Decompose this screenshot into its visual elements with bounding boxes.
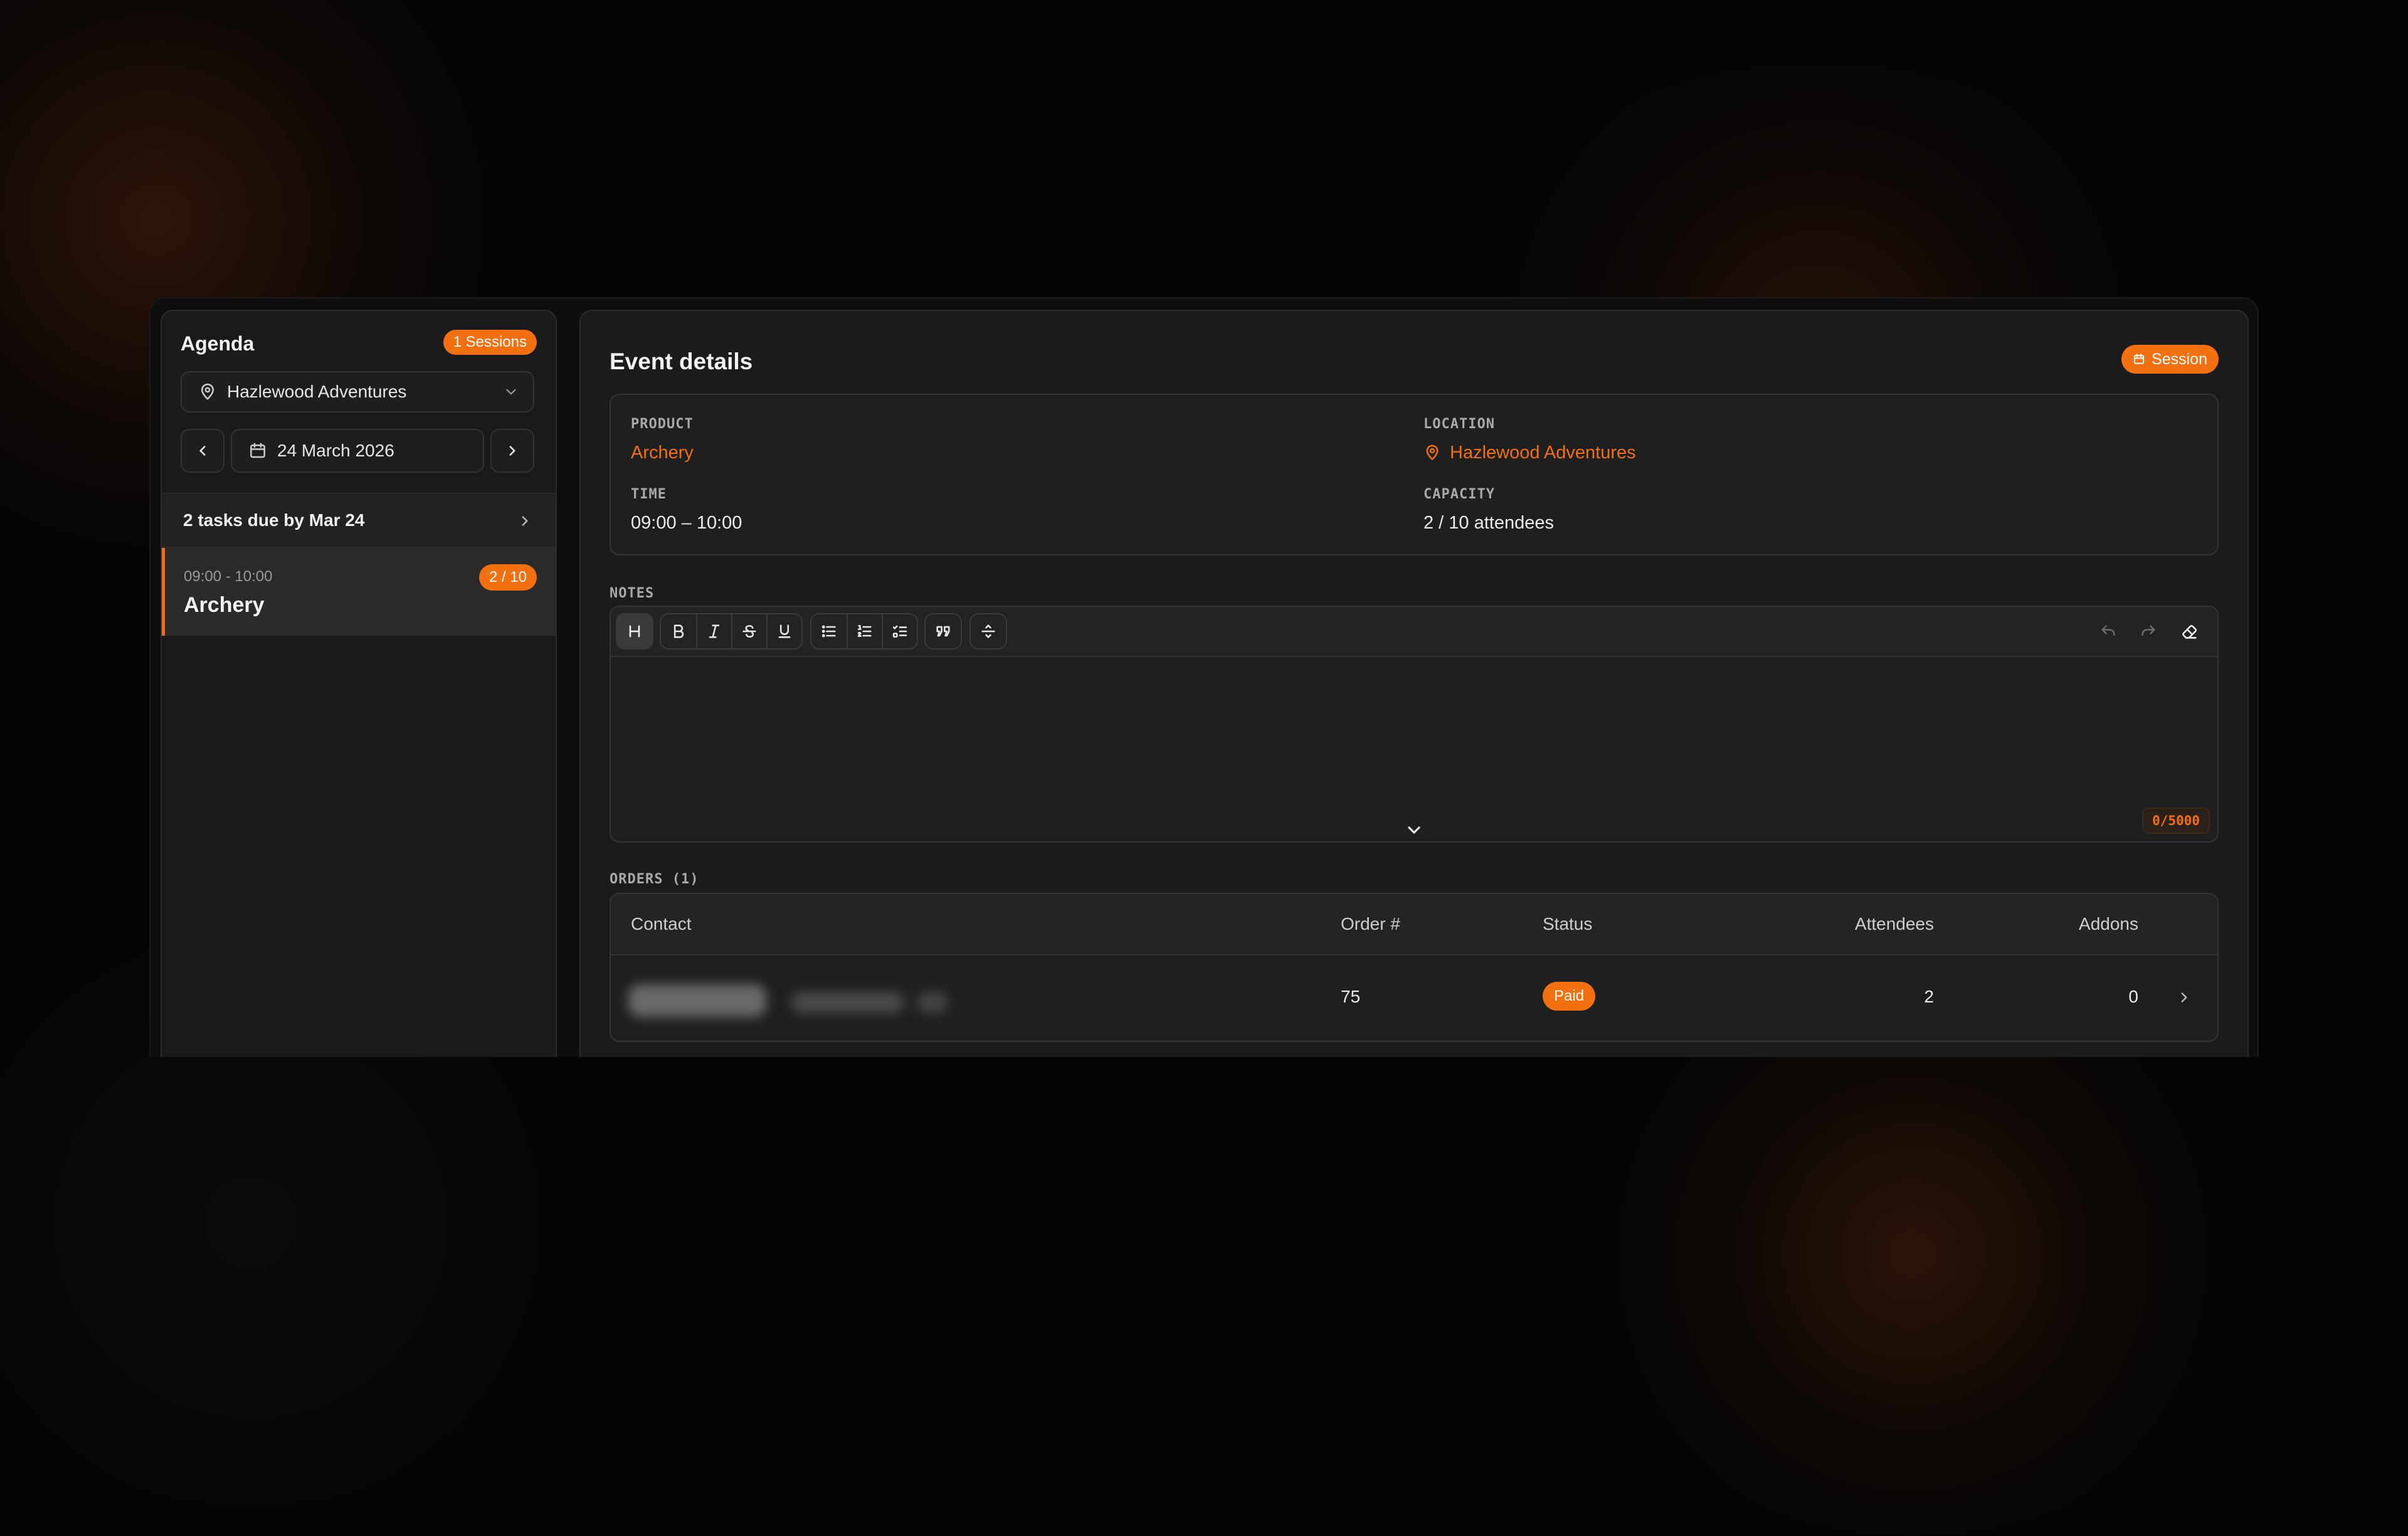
session-type-badge: Session	[2121, 345, 2219, 374]
order-number: 75	[1341, 987, 1361, 1006]
notes-label: NOTES	[610, 586, 655, 601]
chevron-right-icon	[509, 446, 515, 456]
map-pin-icon	[201, 383, 214, 400]
redo-button[interactable]	[2131, 614, 2166, 650]
heading-button[interactable]	[617, 614, 652, 648]
ordered-list-button[interactable]	[847, 614, 882, 648]
eraser-icon	[2182, 624, 2197, 639]
horizontal-rule-icon	[981, 624, 995, 638]
italic-icon	[709, 624, 720, 638]
notes-textarea[interactable]: 0/5000	[611, 657, 2217, 841]
heading-group	[616, 613, 653, 650]
chevron-right-icon	[522, 516, 528, 526]
status-badge: Paid	[1543, 982, 1596, 1011]
bullet-list-icon	[821, 625, 836, 638]
task-list-icon	[892, 625, 907, 638]
agenda-title: Agenda	[181, 332, 255, 355]
notes-editor: 0/5000	[610, 606, 2219, 843]
session-name: Archery	[184, 593, 265, 617]
redacted-contact	[628, 974, 954, 1027]
chevron-right-icon[interactable]	[2176, 989, 2192, 1006]
italic-button[interactable]	[696, 614, 731, 648]
calendar-icon	[250, 443, 265, 458]
undo-icon	[2101, 625, 2115, 636]
time-label: TIME	[631, 487, 667, 502]
rule-group	[969, 613, 1007, 650]
horizontal-rule-button[interactable]	[971, 614, 1006, 648]
session-capacity-badge: 2 / 10	[478, 564, 537, 591]
orders-label: ORDERS (1)	[610, 871, 699, 887]
location-select-value: Hazlewood Adventures	[227, 382, 407, 401]
column-header-contact: Contact	[631, 914, 692, 934]
format-group	[660, 613, 803, 650]
tasks-due-label: 2 tasks due by Mar 24	[183, 510, 365, 530]
capacity-value: 2 / 10 attendees	[1423, 513, 1554, 533]
product-label: PRODUCT	[631, 416, 694, 432]
task-list-button[interactable]	[882, 614, 917, 648]
location-value-text: Hazlewood Adventures	[1450, 443, 1636, 463]
column-header-attendees: Attendees	[1854, 914, 1934, 934]
calendar-icon	[2133, 354, 2145, 364]
bold-icon	[673, 624, 684, 638]
location-select[interactable]: Hazlewood Adventures	[181, 371, 534, 413]
capacity-label: CAPACITY	[1423, 487, 1495, 502]
next-day-button[interactable]	[490, 429, 534, 473]
app-window: Agenda 1 Sessions Hazlewood Adventures 2…	[149, 297, 2259, 1057]
column-header-order: Order #	[1341, 914, 1400, 934]
list-group	[810, 613, 918, 650]
previous-day-button[interactable]	[181, 429, 224, 473]
strikethrough-icon	[742, 624, 756, 638]
ordered-list-icon	[857, 624, 872, 637]
redo-icon	[2141, 625, 2155, 636]
chevron-left-icon	[199, 446, 206, 456]
column-header-status: Status	[1543, 914, 1593, 934]
location-value[interactable]: Hazlewood Adventures	[1423, 443, 1636, 463]
quote-group	[924, 613, 962, 650]
undo-button[interactable]	[2091, 614, 2126, 650]
session-list-item[interactable]: 09:00 - 10:00 Archery 2 / 10	[162, 548, 556, 636]
editor-toolbar	[611, 607, 2217, 657]
date-value: 24 March 2026	[277, 441, 394, 460]
date-navigator: 24 March 2026	[181, 429, 534, 473]
session-type-label: Session	[2152, 350, 2207, 368]
addons-count: 0	[2128, 987, 2138, 1006]
orders-table: Contact Order # Status Attendees Addons …	[610, 893, 2219, 1042]
session-time: 09:00 - 10:00	[184, 568, 273, 585]
orders-table-header: Contact Order # Status Attendees Addons	[611, 894, 2217, 955]
agenda-sidebar: Agenda 1 Sessions Hazlewood Adventures 2…	[161, 310, 557, 1057]
sessions-count-badge: 1 Sessions	[443, 330, 537, 355]
bullet-list-button[interactable]	[811, 614, 847, 648]
quote-icon	[936, 626, 950, 637]
chevron-down-icon[interactable]	[1404, 820, 1424, 840]
blockquote-button[interactable]	[926, 614, 961, 648]
character-counter: 0/5000	[2142, 807, 2210, 834]
clear-formatting-button[interactable]	[2172, 614, 2207, 650]
tasks-due-row[interactable]: 2 tasks due by Mar 24	[162, 493, 556, 548]
attendees-count: 2	[1924, 987, 1934, 1006]
chevron-down-icon	[506, 389, 516, 395]
bold-button[interactable]	[661, 614, 696, 648]
underline-icon	[778, 624, 791, 638]
underline-button[interactable]	[766, 614, 801, 648]
heading-icon	[629, 625, 640, 638]
location-label: LOCATION	[1423, 416, 1495, 432]
page-title: Event details	[610, 349, 753, 374]
time-value: 09:00 – 10:00	[631, 513, 742, 533]
event-details-panel: Event details Session PRODUCT Archery LO…	[579, 310, 2249, 1057]
product-value[interactable]: Archery	[631, 443, 694, 463]
map-pin-icon	[1426, 444, 1439, 460]
strikethrough-button[interactable]	[731, 614, 766, 648]
column-header-addons: Addons	[2079, 914, 2138, 934]
date-picker[interactable]: 24 March 2026	[231, 429, 484, 473]
event-details-card: PRODUCT Archery LOCATION Hazlewood Adven…	[610, 394, 2219, 555]
